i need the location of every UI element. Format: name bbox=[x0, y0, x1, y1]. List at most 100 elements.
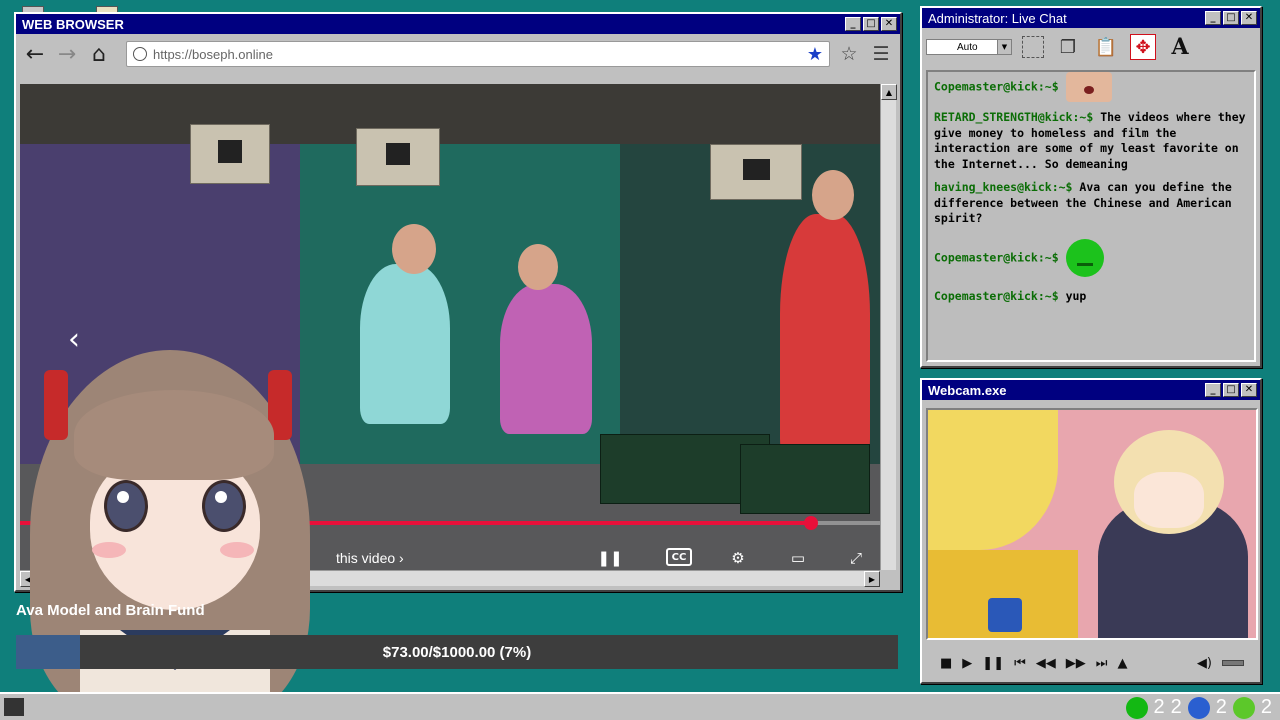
mug-icon bbox=[988, 598, 1022, 632]
home-icon[interactable]: ⌂ bbox=[86, 41, 112, 67]
tray-count: 2 bbox=[1260, 696, 1272, 718]
scroll-left-icon[interactable]: ◀ bbox=[20, 571, 36, 587]
fullscreen-icon[interactable]: ⤢ bbox=[842, 548, 870, 568]
skip-start-icon[interactable]: ⏮ bbox=[1014, 656, 1026, 671]
select-rect-icon[interactable] bbox=[1022, 36, 1044, 58]
font-icon[interactable]: A bbox=[1166, 33, 1194, 61]
video-prev-arrow-icon[interactable]: ‹ bbox=[68, 322, 80, 357]
tray-count: 2 bbox=[1170, 696, 1182, 718]
paste-icon[interactable]: 📋 bbox=[1092, 33, 1120, 61]
chat-message: Copemaster@kick:~$ yup bbox=[934, 289, 1248, 305]
chat-message: Copemaster@kick:~$ bbox=[934, 72, 1248, 102]
fund-label: Ava Model and Brain Fund bbox=[16, 602, 205, 619]
chat-title: Administrator: Live Chat bbox=[928, 10, 1067, 26]
move-icon[interactable]: ✥ bbox=[1130, 34, 1156, 60]
video-controls: this video › ❚❚ CC ⚙ ▭ ⤢ bbox=[20, 544, 880, 570]
pause-icon[interactable]: ❚❚ bbox=[982, 656, 1004, 671]
browser-titlebar[interactable]: WEB BROWSER _ □ ✕ bbox=[16, 14, 900, 34]
fund-progress-bar: $73.00/$1000.00 (7%) bbox=[16, 635, 898, 669]
browser-title: WEB BROWSER bbox=[22, 16, 124, 32]
video-scene-box bbox=[190, 124, 270, 184]
maximize-button[interactable]: □ bbox=[1223, 11, 1239, 25]
close-button[interactable]: ✕ bbox=[1241, 383, 1257, 397]
start-icon[interactable] bbox=[4, 698, 24, 716]
play-icon[interactable]: ▶ bbox=[962, 656, 972, 671]
webcam-view bbox=[926, 408, 1258, 640]
close-button[interactable]: ✕ bbox=[1241, 11, 1257, 25]
video-label[interactable]: this video › bbox=[336, 550, 404, 566]
video-progress-fill bbox=[20, 521, 812, 525]
chat-message: Copemaster@kick:~$ bbox=[934, 238, 1248, 277]
minimize-button[interactable]: _ bbox=[1205, 383, 1221, 397]
chat-message: having_knees@kick:~$ Ava can you define … bbox=[934, 180, 1248, 227]
system-tray: 2 2 2 2 bbox=[1125, 696, 1272, 719]
video-person-man bbox=[360, 264, 450, 424]
copy-icon[interactable]: ❐ bbox=[1054, 33, 1082, 61]
scroll-up-icon[interactable]: ▲ bbox=[881, 84, 897, 100]
url-text[interactable]: https://boseph.online bbox=[153, 47, 801, 62]
settings-icon[interactable]: ⚙ bbox=[724, 548, 752, 568]
volume-icon[interactable]: ◀) bbox=[1197, 656, 1212, 671]
chat-text: yup bbox=[1065, 288, 1087, 303]
chat-message: RETARD_STRENGTH@kick:~$ The videos where… bbox=[934, 110, 1248, 172]
stop-icon[interactable]: ■ bbox=[940, 656, 952, 671]
video-scene-box bbox=[356, 128, 440, 186]
favorites-star-icon[interactable]: ☆ bbox=[836, 41, 862, 67]
video-scene-crate bbox=[740, 444, 870, 514]
minimize-button[interactable]: _ bbox=[845, 17, 861, 31]
video-player[interactable]: ‹ this video › ❚❚ CC ⚙ ▭ ⤢ bbox=[20, 84, 880, 570]
video-person-head bbox=[518, 244, 558, 290]
webcam-window: Webcam.exe _ □ ✕ ■ ▶ ❚❚ ⏮ ◀◀ ▶▶ ⏭ ▲ ◀) bbox=[920, 378, 1262, 684]
chat-username: Copemaster@kick:~$ bbox=[934, 288, 1059, 303]
browser-navbar: ← → ⌂ https://boseph.online ★ ☆ ☰ bbox=[16, 34, 900, 74]
tray-count: 2 bbox=[1215, 696, 1227, 718]
video-scene-box bbox=[710, 144, 802, 200]
webcam-title: Webcam.exe bbox=[928, 382, 1007, 398]
minimize-button[interactable]: _ bbox=[1205, 11, 1221, 25]
play-icon[interactable] bbox=[1232, 696, 1255, 719]
video-scene-wall-left bbox=[20, 144, 300, 484]
maximize-button[interactable]: □ bbox=[863, 17, 879, 31]
chat-log[interactable]: Copemaster@kick:~$ RETARD_STRENGTH@kick:… bbox=[926, 70, 1256, 362]
back-arrow-icon[interactable]: ← bbox=[22, 41, 48, 67]
horizontal-scrollbar[interactable]: ◀ ▶ bbox=[20, 570, 880, 587]
moon-icon[interactable] bbox=[1187, 696, 1210, 719]
video-person-woman bbox=[500, 284, 592, 434]
chat-toolbar: Auto ▼ ❐ 📋 ✥ A bbox=[922, 28, 1260, 66]
address-bar[interactable]: https://boseph.online ★ bbox=[126, 41, 830, 67]
rewind-icon[interactable]: ◀◀ bbox=[1036, 656, 1056, 671]
vertical-scrollbar[interactable]: ▲ bbox=[880, 84, 897, 570]
fast-forward-icon[interactable]: ▶▶ bbox=[1066, 656, 1086, 671]
chat-username: RETARD_STRENGTH@kick:~$ bbox=[934, 110, 1094, 124]
theater-mode-icon[interactable]: ▭ bbox=[784, 548, 812, 568]
webcam-bg-plush bbox=[928, 410, 1058, 550]
close-button[interactable]: ✕ bbox=[881, 17, 897, 31]
font-size-select[interactable]: Auto ▼ bbox=[926, 39, 1012, 55]
eject-icon[interactable]: ▲ bbox=[1118, 656, 1128, 671]
volume-slider[interactable] bbox=[1222, 660, 1244, 666]
pause-icon[interactable]: ❚❚ bbox=[596, 548, 624, 568]
webcam-avatar-face bbox=[1134, 472, 1204, 528]
scroll-right-icon[interactable]: ▶ bbox=[864, 571, 880, 587]
bookmark-star-icon[interactable]: ★ bbox=[807, 44, 823, 65]
menu-icon[interactable]: ☰ bbox=[868, 41, 894, 67]
taskbar: 2 2 2 2 bbox=[0, 692, 1280, 720]
tray-count: 2 bbox=[1153, 696, 1165, 718]
chat-window: Administrator: Live Chat _ □ ✕ Auto ▼ ❐ … bbox=[920, 6, 1262, 368]
video-person-head bbox=[392, 224, 436, 274]
video-person-standing bbox=[780, 214, 870, 464]
chat-username: Copemaster@kick:~$ bbox=[934, 79, 1059, 94]
chevron-down-icon[interactable]: ▼ bbox=[997, 40, 1011, 54]
maximize-button[interactable]: □ bbox=[1223, 383, 1239, 397]
chat-username: Copemaster@kick:~$ bbox=[934, 250, 1059, 264]
kick-icon[interactable] bbox=[1125, 696, 1148, 719]
chat-titlebar[interactable]: Administrator: Live Chat _ □ ✕ bbox=[922, 8, 1260, 28]
font-size-value: Auto bbox=[957, 41, 978, 53]
globe-icon bbox=[133, 47, 147, 61]
sick-emote-icon bbox=[1065, 238, 1104, 277]
forward-arrow-icon[interactable]: → bbox=[54, 41, 80, 67]
webcam-titlebar[interactable]: Webcam.exe _ □ ✕ bbox=[922, 380, 1260, 400]
webcam-controls: ■ ▶ ❚❚ ⏮ ◀◀ ▶▶ ⏭ ▲ ◀) bbox=[926, 648, 1258, 678]
skip-end-icon[interactable]: ⏭ bbox=[1096, 656, 1108, 671]
closed-captions-icon[interactable]: CC bbox=[666, 548, 692, 566]
